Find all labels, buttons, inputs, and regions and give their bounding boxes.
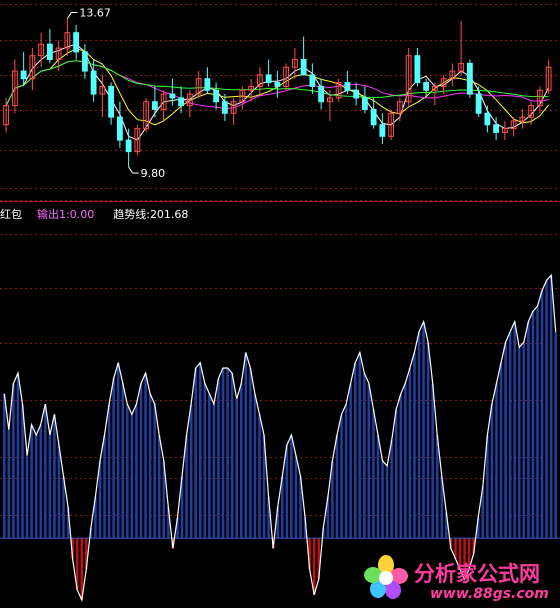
- output-label: 输出1:: [37, 208, 70, 221]
- candle-body: [46, 43, 53, 61]
- output-value: 0.00: [69, 208, 95, 221]
- candle-body: [274, 82, 281, 87]
- grid-lines: [0, 4, 560, 516]
- indicator-header: 红包 输出1:0.00 趋势线:201.68: [0, 206, 188, 222]
- candle-body: [466, 62, 473, 95]
- candle-body: [265, 74, 272, 84]
- candle-body: [73, 32, 80, 53]
- high-pointer: [66, 11, 78, 19]
- candle-body: [493, 124, 500, 133]
- trend-label: 趋势线:: [113, 208, 150, 221]
- candle-body: [344, 82, 351, 91]
- candle-body: [204, 78, 211, 91]
- candle-body: [423, 82, 430, 91]
- candle-body: [475, 93, 482, 114]
- candle-body: [116, 116, 123, 141]
- candle-body: [90, 70, 97, 95]
- low-pointer: [128, 166, 139, 174]
- candle-body: [414, 55, 421, 84]
- candle-body: [108, 85, 115, 118]
- low-price-label: 9.80: [141, 167, 166, 180]
- candle-body: [300, 59, 307, 76]
- candle-body: [20, 70, 27, 80]
- candle-body: [169, 93, 176, 99]
- candle-body: [309, 74, 316, 87]
- candle-body: [178, 97, 185, 107]
- candle-body: [379, 124, 386, 137]
- watermark-url: www.88gs.com: [430, 586, 549, 602]
- candle-body: [361, 97, 368, 110]
- candle-body: [370, 108, 377, 126]
- indicator-name: 红包: [0, 208, 22, 221]
- candle-body: [353, 89, 360, 99]
- candle-body: [221, 101, 228, 114]
- candle-body: [213, 89, 220, 103]
- candle-body: [125, 139, 132, 153]
- candle-body: [151, 101, 158, 110]
- candle-body: [318, 85, 325, 103]
- price-annotations: 13.67 9.80: [66, 6, 166, 180]
- watermark-title: 分析家公式网: [414, 562, 540, 586]
- candle-body: [484, 112, 491, 126]
- trend-value: 201.68: [149, 208, 189, 221]
- chart-stage: 13.67 9.80 红包 输出1:0.00 趋势线:201.68 分析家公式网 …: [0, 0, 560, 608]
- candle-body: [81, 51, 88, 72]
- watermark-logo: 分析家公式网 www.88gs.com: [358, 548, 558, 606]
- high-price-label: 13.67: [79, 6, 111, 19]
- chart-canvas: 13.67 9.80: [0, 4, 560, 603]
